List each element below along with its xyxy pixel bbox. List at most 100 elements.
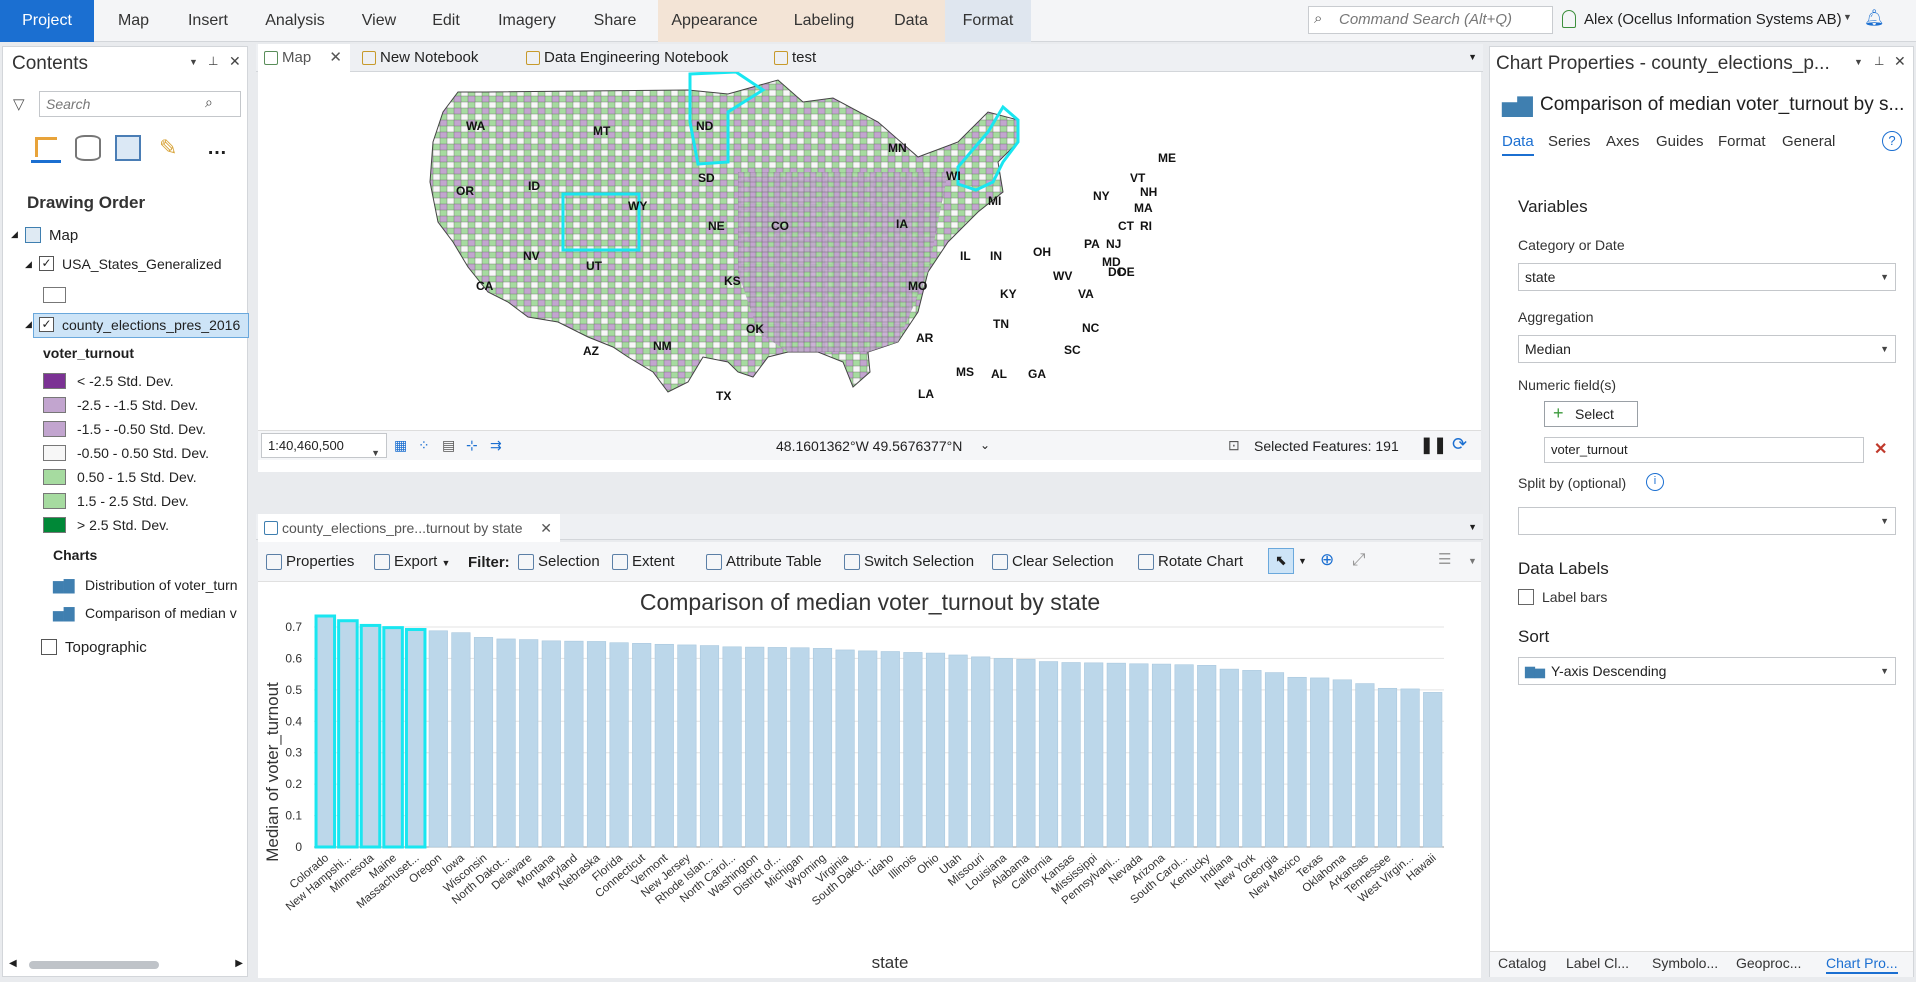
aggregation-select[interactable]: Median ▼ bbox=[1518, 335, 1896, 363]
layer-topographic[interactable]: Topographic bbox=[65, 639, 147, 656]
bottom-tab-geoprocessing[interactable]: Geoproc... bbox=[1736, 952, 1801, 974]
tab-format[interactable]: Format bbox=[945, 0, 1031, 42]
chart-tab[interactable]: county_elections_pre...turnout by state … bbox=[258, 514, 560, 542]
list-by-source-button[interactable] bbox=[75, 135, 101, 161]
switch-selection-button[interactable]: Switch Selection bbox=[842, 547, 974, 577]
fixed-scale-icon[interactable]: ▦ bbox=[394, 437, 407, 454]
select-tool-dropdown-icon[interactable]: ▼ bbox=[1298, 556, 1307, 566]
bottom-tab-catalog[interactable]: Catalog bbox=[1498, 952, 1546, 974]
pin-icon[interactable]: ⊥ bbox=[208, 54, 218, 68]
prop-tab-series[interactable]: Series bbox=[1548, 133, 1591, 150]
list-by-editing-button[interactable]: ✎ bbox=[159, 135, 177, 161]
prop-tab-guides[interactable]: Guides bbox=[1656, 133, 1704, 150]
basemap-checkbox[interactable] bbox=[41, 639, 57, 655]
prop-tab-format[interactable]: Format bbox=[1718, 133, 1766, 150]
tab-labeling[interactable]: Labeling bbox=[771, 0, 877, 42]
bottom-tab-label-classes[interactable]: Label Cl... bbox=[1566, 952, 1629, 974]
list-by-selection-button[interactable] bbox=[115, 135, 141, 161]
expand-icon[interactable]: ◢ bbox=[25, 259, 32, 270]
prop-tab-general[interactable]: General bbox=[1782, 133, 1835, 150]
tab-view[interactable]: View bbox=[350, 0, 408, 42]
user-account[interactable]: Alex (Ocellus Information Systems AB) bbox=[1584, 11, 1842, 28]
table-icon[interactable]: ▤ bbox=[442, 437, 455, 454]
more-dropdown-icon[interactable]: ▼ bbox=[1468, 556, 1477, 566]
scale-selector[interactable]: 1:40,460,500 ▼ bbox=[261, 433, 387, 458]
layer-usa-states[interactable]: USA_States_Generalized bbox=[62, 256, 222, 272]
attribute-table-button[interactable]: Attribute Table bbox=[704, 547, 822, 577]
horizontal-scrollbar[interactable]: ◀ ▶ bbox=[9, 957, 243, 973]
category-field-select[interactable]: state ▼ bbox=[1518, 263, 1896, 291]
tab-map[interactable]: Map bbox=[106, 0, 161, 42]
layer-county-elections[interactable]: county_elections_pres_2016 bbox=[62, 317, 240, 333]
chart-distribution[interactable]: Distribution of voter_turn bbox=[85, 577, 245, 593]
label-bars-checkbox[interactable] bbox=[1518, 589, 1534, 605]
command-search-input[interactable]: Command Search (Alt+Q) bbox=[1308, 6, 1553, 34]
pause-drawing-icon[interactable]: ❚❚ bbox=[1420, 435, 1447, 455]
prop-tab-axes[interactable]: Axes bbox=[1606, 133, 1639, 150]
help-icon[interactable]: ? bbox=[1882, 131, 1902, 151]
expand-icon[interactable]: ◢ bbox=[25, 319, 32, 330]
zoom-icon[interactable]: ⊕ bbox=[1320, 550, 1334, 570]
filter-selection-button[interactable]: Selection bbox=[516, 547, 600, 577]
close-tab-icon[interactable]: ✕ bbox=[329, 44, 342, 72]
tab-share[interactable]: Share bbox=[580, 0, 650, 42]
close-icon[interactable]: ✕ bbox=[1894, 53, 1906, 70]
grid-icon[interactable]: ⁘ bbox=[418, 437, 430, 454]
tab-insert[interactable]: Insert bbox=[175, 0, 241, 42]
notification-icon[interactable]: 🔔︎ bbox=[1864, 8, 1884, 28]
select-fields-button[interactable]: + Select bbox=[1544, 401, 1638, 427]
bar-chart[interactable]: Comparison of median voter_turnout by st… bbox=[258, 582, 1481, 978]
layer-visibility-checkbox[interactable]: ✓ bbox=[39, 256, 54, 271]
pane-options-icon[interactable]: ▼ bbox=[1854, 57, 1863, 67]
tab-analysis[interactable]: Analysis bbox=[258, 0, 332, 42]
tab-edit[interactable]: Edit bbox=[420, 0, 472, 42]
doc-tab-map[interactable]: Map ✕ bbox=[258, 44, 350, 72]
split-by-select[interactable]: ▼ bbox=[1518, 507, 1896, 535]
usa-counties-map[interactable]: WA OR CA NV ID MT WY UT AZ CO NM ND SD NE KS OK TX MN IA MO… bbox=[258, 72, 1481, 472]
remove-field-icon[interactable]: ✕ bbox=[1874, 439, 1887, 459]
refresh-icon[interactable]: ⟳ bbox=[1452, 434, 1467, 455]
chevron-down-icon[interactable]: ▼ bbox=[1843, 12, 1852, 22]
export-button[interactable]: Export ▼ bbox=[372, 547, 450, 577]
pane-options-icon[interactable]: ▼ bbox=[189, 57, 198, 67]
direction-icon[interactable]: ⇉ bbox=[490, 437, 502, 454]
numeric-field-value[interactable]: voter_turnout bbox=[1544, 437, 1864, 463]
tabs-dropdown-icon[interactable]: ▼ bbox=[1468, 52, 1477, 62]
map-node[interactable]: Map bbox=[49, 227, 78, 244]
list-by-drawing-order-button[interactable] bbox=[31, 135, 61, 163]
chart-comparison[interactable]: Comparison of median v bbox=[85, 605, 245, 621]
clear-selection-button[interactable]: Clear Selection bbox=[990, 547, 1114, 577]
layer-visibility-checkbox[interactable]: ✓ bbox=[39, 317, 54, 332]
expand-icon[interactable]: ◢ bbox=[11, 229, 18, 240]
map-view[interactable]: WA OR CA NV ID MT WY UT AZ CO NM ND SD NE KS OK TX MN IA MO… bbox=[258, 72, 1481, 472]
doc-tab-test[interactable]: test bbox=[768, 44, 848, 72]
properties-button[interactable]: Properties bbox=[264, 547, 354, 577]
coords-dropdown-icon[interactable]: ⌄ bbox=[980, 438, 990, 452]
full-extent-icon[interactable]: ⤢ bbox=[1352, 550, 1366, 570]
doc-tab-new-notebook[interactable]: New Notebook bbox=[356, 44, 516, 72]
snapping-icon[interactable]: ⊹ bbox=[466, 437, 478, 454]
selected-features-count[interactable]: Selected Features: 191 bbox=[1254, 438, 1399, 454]
tab-imagery[interactable]: Imagery bbox=[488, 0, 566, 42]
filter-icon[interactable]: ▽ bbox=[13, 95, 25, 113]
bottom-tab-chart-properties[interactable]: Chart Pro... bbox=[1826, 952, 1898, 974]
tab-appearance[interactable]: Appearance bbox=[658, 0, 771, 42]
tab-data[interactable]: Data bbox=[877, 0, 945, 42]
rotate-chart-button[interactable]: Rotate Chart bbox=[1136, 547, 1243, 577]
state-label: TN bbox=[993, 317, 1009, 331]
state-label: SD bbox=[698, 171, 715, 185]
close-tab-icon[interactable]: ✕ bbox=[540, 514, 552, 542]
info-icon[interactable]: i bbox=[1646, 473, 1664, 491]
tabs-dropdown-icon[interactable]: ▼ bbox=[1468, 522, 1477, 532]
close-icon[interactable]: ✕ bbox=[229, 53, 241, 70]
more-options-button[interactable]: … bbox=[207, 137, 227, 160]
sort-select[interactable]: ▆▅ Y-axis Descending ▼ bbox=[1518, 657, 1896, 685]
bottom-tab-symbology[interactable]: Symbolo... bbox=[1652, 952, 1718, 974]
prop-tab-data[interactable]: Data bbox=[1502, 133, 1534, 156]
tab-project[interactable]: Project bbox=[0, 0, 94, 42]
pin-icon[interactable]: ⊥ bbox=[1874, 54, 1884, 68]
filter-extent-button[interactable]: Extent bbox=[610, 547, 675, 577]
doc-tab-data-engineering[interactable]: Data Engineering Notebook bbox=[520, 44, 750, 72]
select-tool-button[interactable]: ⬉ bbox=[1268, 548, 1294, 574]
list-icon[interactable]: ☰ bbox=[1438, 550, 1451, 568]
